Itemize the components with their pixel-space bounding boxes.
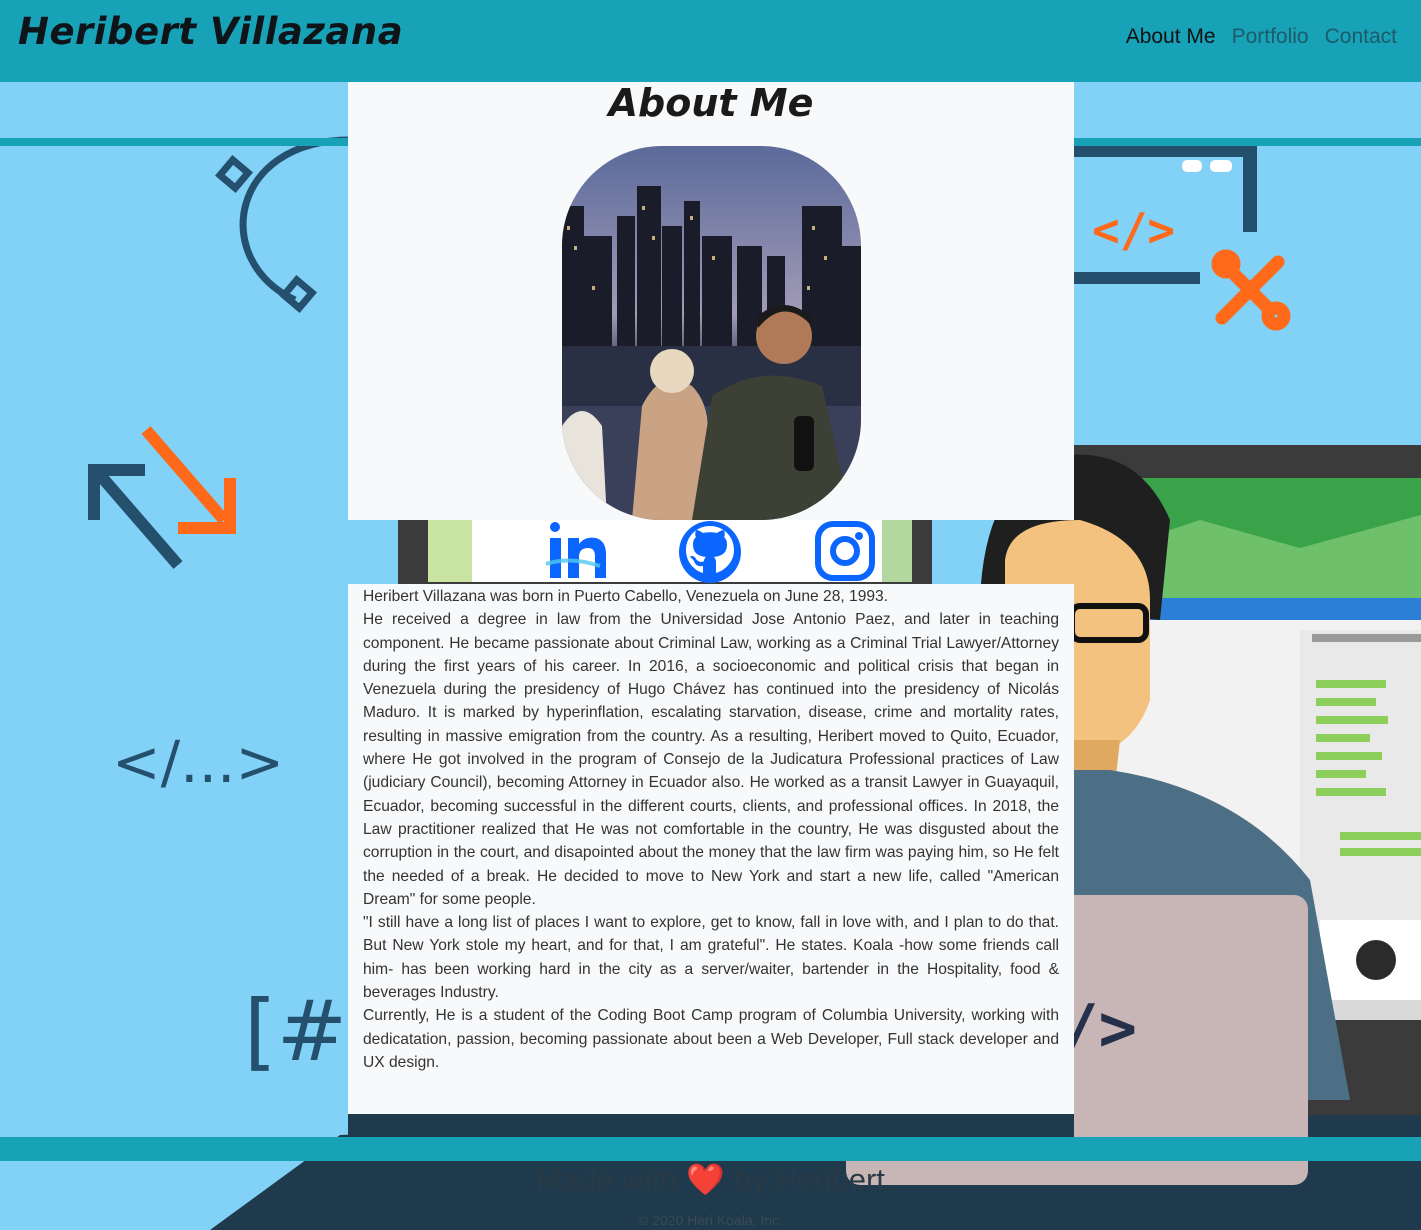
footer-made-prefix: Made with: [536, 1162, 678, 1197]
footer-band: [0, 1137, 1421, 1161]
profile-photo: [562, 146, 861, 520]
footer: Made with ❤️ by Heribert © 2020 Heri Koa…: [0, 1160, 1421, 1228]
footer-made-suffix: by Heribert: [733, 1162, 885, 1197]
profile-photo-image: [562, 146, 861, 520]
footer-made-with: Made with ❤️ by Heribert: [0, 1160, 1421, 1200]
nav-portfolio-link[interactable]: Portfolio: [1232, 25, 1309, 49]
nav-about-link[interactable]: About Me: [1126, 25, 1216, 49]
brand-title[interactable]: Heribert Villazana: [18, 10, 403, 53]
nav-contact-link[interactable]: Contact: [1325, 25, 1397, 49]
heart-icon: ❤️: [686, 1162, 725, 1197]
bio-paragraph: Heribert Villazana was born in Puerto Ca…: [363, 588, 889, 605]
bio-card: Heribert Villazana was born in Puerto Ca…: [348, 584, 1074, 1114]
footer-copyright: © 2020 Heri Koala, Inc.: [638, 1212, 783, 1228]
bio-paragraph: "I still have a long list of places I wa…: [363, 914, 1059, 1002]
navbar: Heribert Villazana About Me Portfolio Co…: [0, 0, 1421, 82]
about-card: About Me: [348, 82, 1074, 520]
svg-text:</>: </>: [1092, 203, 1175, 257]
github-icon[interactable]: [674, 520, 746, 584]
bio-paragraph: He received a degree in law from the Uni…: [363, 611, 1059, 908]
code-text-left: </...>: [112, 728, 284, 796]
linkedin-icon[interactable]: [540, 520, 612, 584]
social-links: [540, 520, 880, 584]
nav-links: About Me Portfolio Contact: [1126, 25, 1397, 49]
about-title: About Me: [608, 81, 814, 125]
instagram-icon[interactable]: [808, 520, 880, 584]
bio-paragraph: Currently, He is a student of the Coding…: [363, 1007, 1059, 1071]
